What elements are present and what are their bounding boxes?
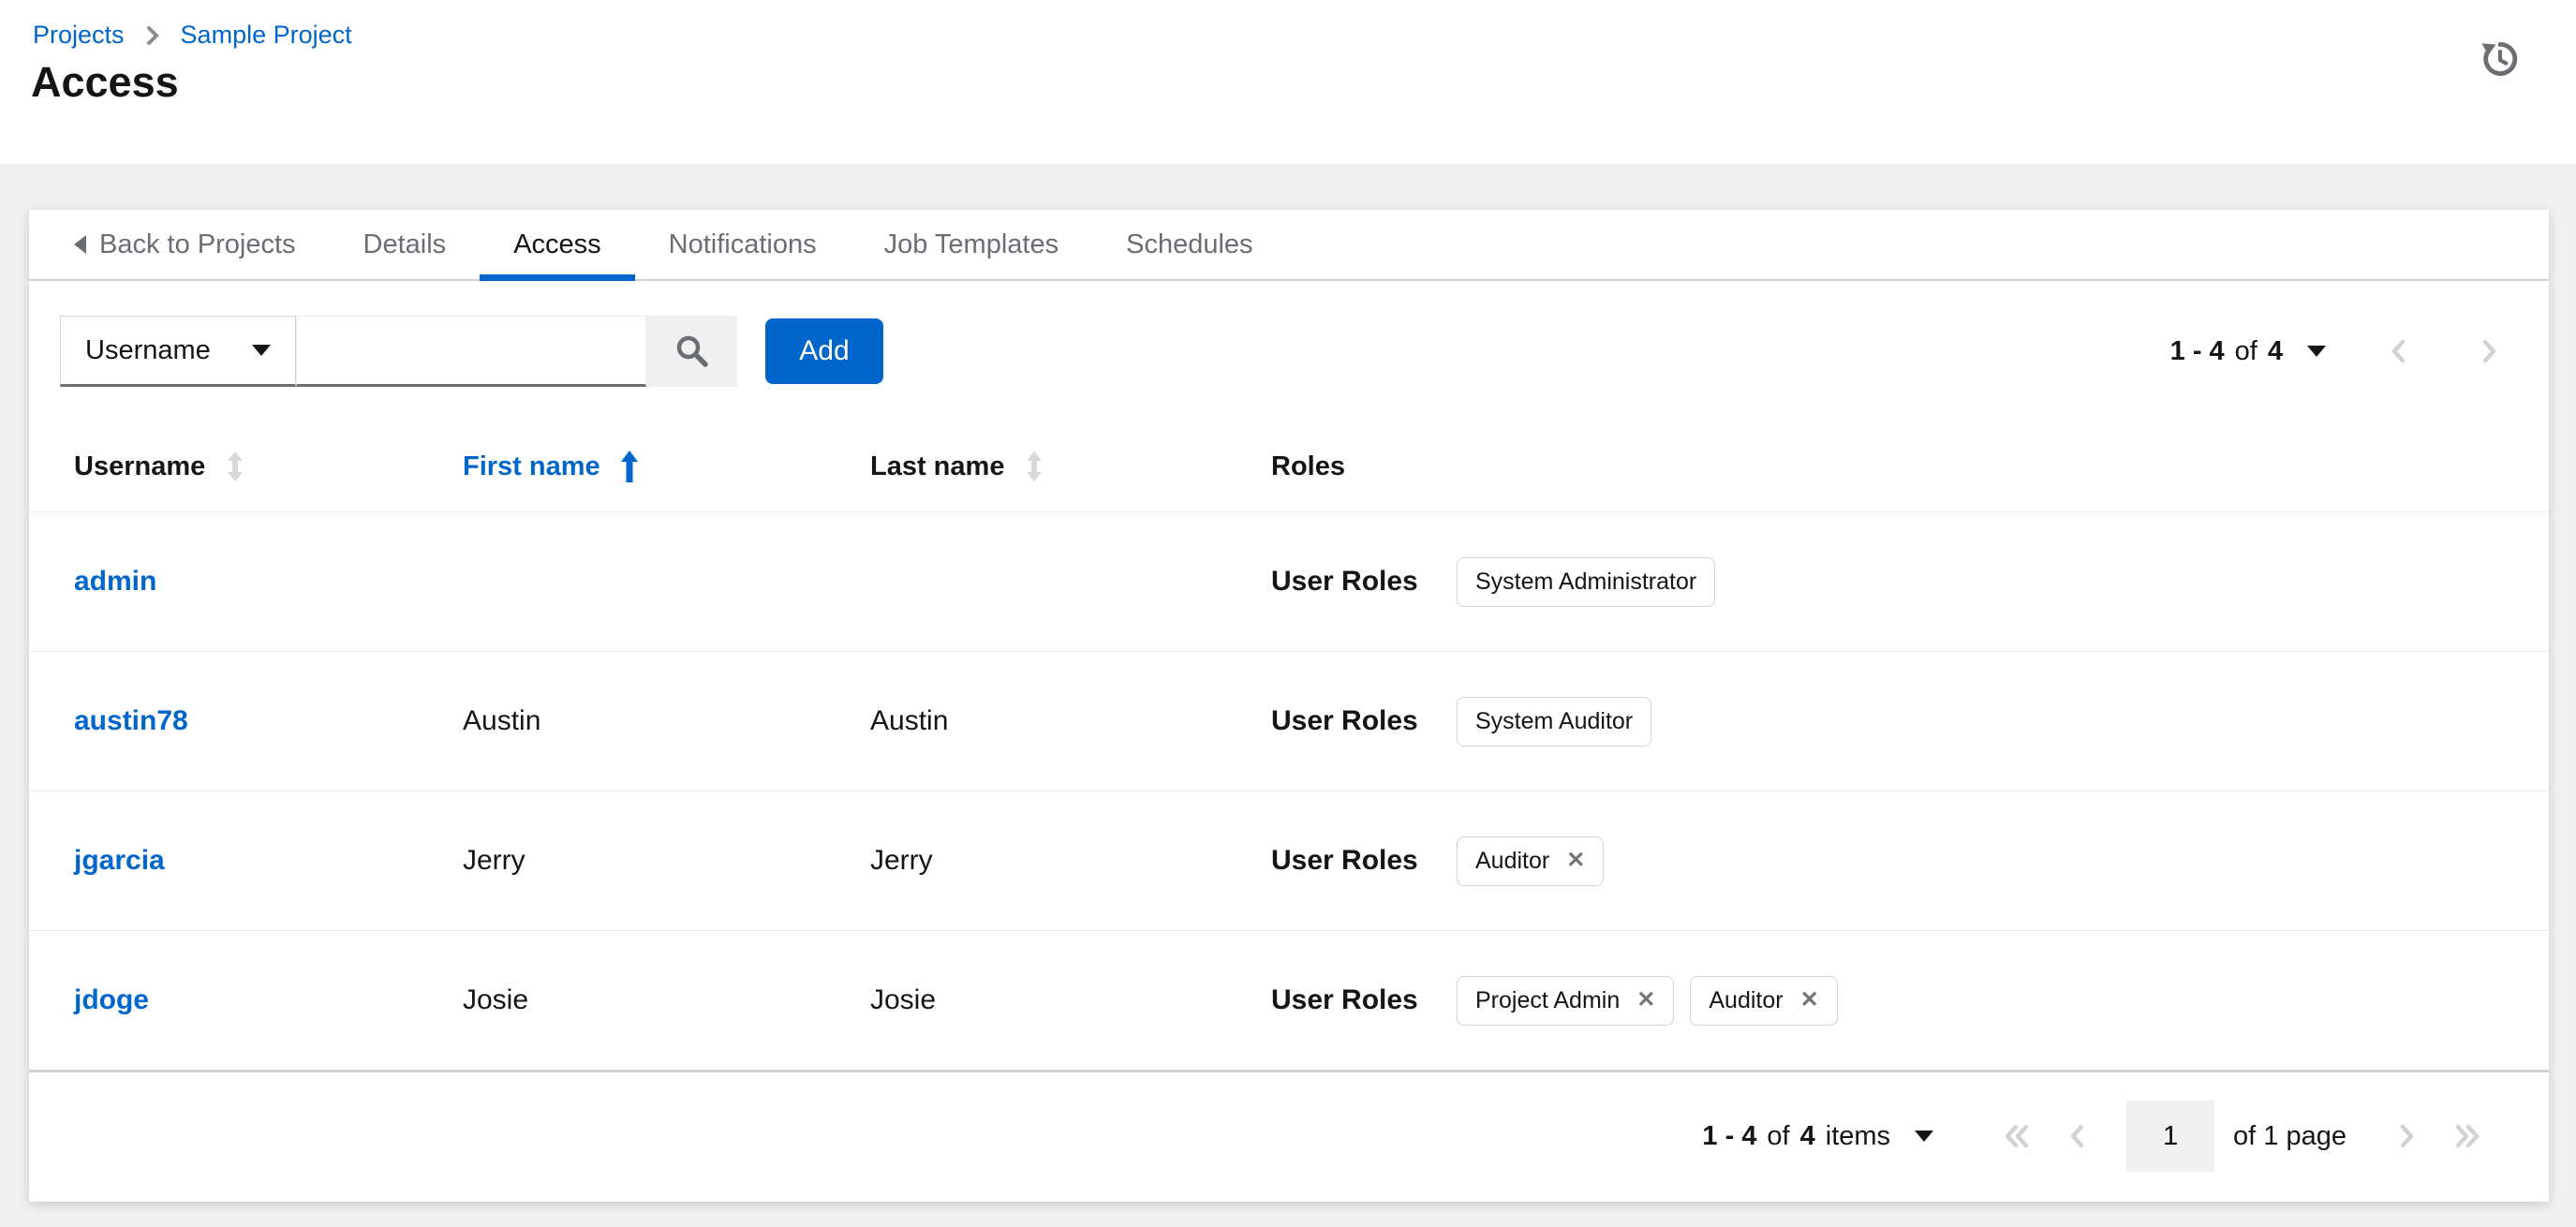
- last-name-cell: Jerry: [870, 845, 933, 876]
- last-page-button[interactable]: [2436, 1119, 2496, 1153]
- roles-cell: User Roles System Auditor: [1271, 696, 2549, 747]
- breadcrumb-link-sample-project[interactable]: Sample Project: [181, 21, 352, 50]
- tab-details[interactable]: Details: [330, 210, 481, 279]
- table-header: Username First name Last name Roles: [29, 421, 2549, 511]
- first-name-cell: Josie: [463, 984, 529, 1015]
- tab-job-templates[interactable]: Job Templates: [851, 210, 1092, 279]
- chevron-down-icon: [252, 345, 271, 356]
- table-row: jdoge Josie Josie User Roles Project Adm…: [29, 930, 2549, 1070]
- footer-pagination-total: 4: [1799, 1120, 1815, 1151]
- user-link-jdoge[interactable]: jdoge: [74, 984, 149, 1015]
- tab-access[interactable]: Access: [480, 210, 636, 281]
- footer-pagination-range: 1 - 4: [1702, 1120, 1757, 1151]
- content-card: Back to Projects Details Access Notifica…: [29, 210, 2549, 1202]
- tab-schedules[interactable]: Schedules: [1092, 210, 1286, 279]
- role-chip: Project Admin ✕: [1457, 975, 1675, 1026]
- prev-page-button[interactable]: [2354, 334, 2444, 368]
- breadcrumb: Projects Sample Project: [33, 21, 352, 50]
- remove-role-icon[interactable]: ✕: [1566, 850, 1585, 872]
- filter-type-select[interactable]: Username: [60, 316, 296, 387]
- role-chip: System Administrator: [1457, 556, 1716, 607]
- top-pagination-summary: 1 - 4 of 4: [2170, 336, 2283, 367]
- role-category-label: User Roles: [1271, 984, 1418, 1015]
- role-category-label: User Roles: [1271, 566, 1418, 597]
- page-count-label: of 1 page: [2233, 1120, 2347, 1151]
- previous-page-button[interactable]: [2048, 1119, 2108, 1153]
- search-input[interactable]: [296, 316, 646, 387]
- table-footer: 1 - 4 of 4 items of 1 page: [29, 1070, 2549, 1200]
- role-category-label: User Roles: [1271, 845, 1418, 876]
- footer-pagination-summary: 1 - 4 of 4 items: [1702, 1121, 1890, 1152]
- toolbar: Username Add 1 - 4 of 4: [29, 281, 2549, 421]
- sort-ascending-icon[interactable]: [619, 449, 640, 484]
- add-button[interactable]: Add: [765, 318, 883, 384]
- history-button[interactable]: [2479, 37, 2522, 81]
- role-chip: Auditor ✕: [1690, 975, 1838, 1026]
- sort-updown-icon[interactable]: [224, 449, 246, 484]
- first-name-cell: Austin: [463, 705, 541, 736]
- last-name-cell: Austin: [870, 705, 949, 736]
- column-header-last-name[interactable]: Last name: [870, 449, 1271, 484]
- roles-cell: User Roles System Administrator: [1271, 556, 2549, 607]
- first-page-button[interactable]: [1988, 1119, 2048, 1153]
- remove-role-icon[interactable]: ✕: [1800, 989, 1819, 1012]
- breadcrumb-link-projects[interactable]: Projects: [33, 21, 125, 50]
- next-page-button[interactable]: [2444, 334, 2534, 368]
- page-header: Projects Sample Project Access: [0, 0, 2576, 164]
- user-link-jgarcia[interactable]: jgarcia: [74, 845, 165, 876]
- column-header-first-name[interactable]: First name: [463, 449, 870, 484]
- current-page-input[interactable]: [2126, 1101, 2215, 1172]
- first-name-cell: Jerry: [463, 845, 526, 876]
- breadcrumb-separator-icon: [145, 23, 160, 48]
- roles-cell: User Roles Project Admin ✕ Auditor ✕: [1271, 975, 2549, 1026]
- roles-cell: User Roles Auditor ✕: [1271, 835, 2549, 886]
- footer-pagination-items: items: [1825, 1120, 1891, 1151]
- search-icon: [674, 333, 711, 370]
- history-icon: [2479, 42, 2522, 83]
- tab-back-to-projects[interactable]: Back to Projects: [40, 210, 330, 279]
- tab-notifications[interactable]: Notifications: [635, 210, 851, 279]
- search-button[interactable]: [646, 316, 737, 387]
- remove-role-icon[interactable]: ✕: [1636, 989, 1655, 1012]
- per-page-caret-icon[interactable]: [2307, 346, 2326, 357]
- search-group: Username: [60, 316, 737, 387]
- table-row: jgarcia Jerry Jerry User Roles Auditor ✕: [29, 791, 2549, 930]
- page-title: Access: [31, 58, 179, 106]
- table-row: admin User Roles System Administrator: [29, 511, 2549, 651]
- items-per-page-caret-icon[interactable]: [1915, 1131, 1934, 1142]
- column-header-username[interactable]: Username: [74, 449, 463, 484]
- filter-type-value: Username: [85, 334, 211, 365]
- column-header-roles: Roles: [1271, 451, 1345, 481]
- user-link-admin[interactable]: admin: [74, 566, 156, 597]
- footer-pagination-of: of: [1767, 1120, 1790, 1151]
- top-pagination-of: of: [2234, 335, 2258, 366]
- back-arrow-icon: [74, 235, 86, 254]
- top-pagination-range: 1 - 4: [2169, 335, 2225, 366]
- tab-back-label: Back to Projects: [99, 229, 296, 259]
- table-row: austin78 Austin Austin User Roles System…: [29, 651, 2549, 791]
- user-link-austin78[interactable]: austin78: [74, 705, 188, 736]
- last-name-cell: Josie: [870, 984, 937, 1015]
- role-chip: Auditor ✕: [1457, 835, 1605, 886]
- role-chip: System Auditor: [1457, 696, 1652, 747]
- sort-updown-icon[interactable]: [1023, 449, 1045, 484]
- next-page-button[interactable]: [2376, 1119, 2436, 1153]
- top-pagination-total: 4: [2267, 335, 2283, 366]
- app-root: Projects Sample Project Access Back to P…: [0, 0, 2576, 1227]
- top-pagination: 1 - 4 of 4: [2170, 334, 2534, 368]
- tab-bar: Back to Projects Details Access Notifica…: [29, 210, 2549, 281]
- role-category-label: User Roles: [1271, 705, 1418, 736]
